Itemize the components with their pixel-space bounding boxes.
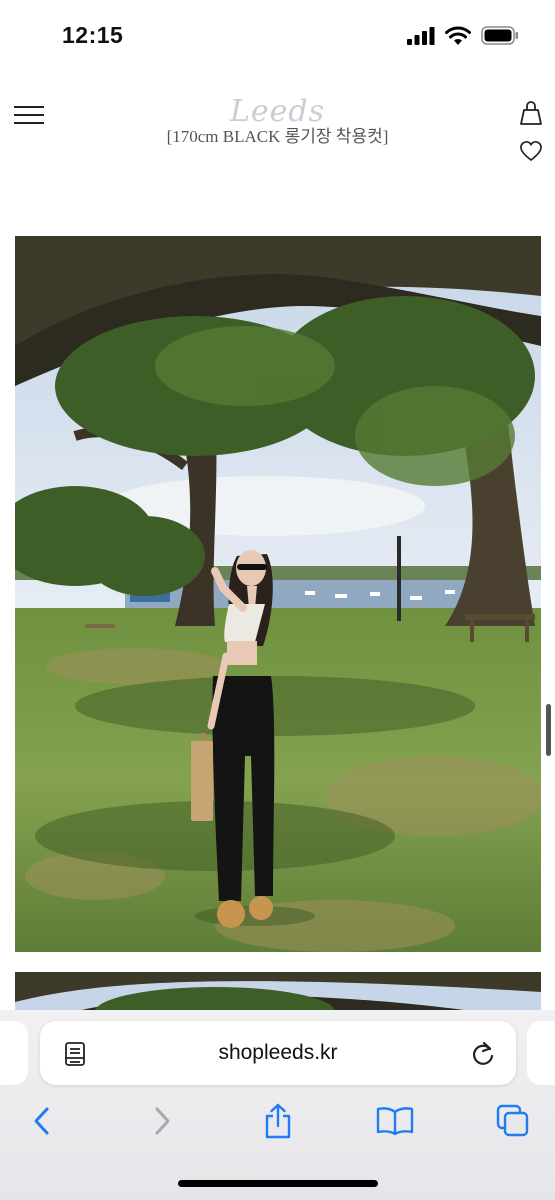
- status-time: 12:15: [62, 22, 124, 48]
- chevron-left-icon: [34, 1107, 49, 1135]
- share-button[interactable]: [258, 1103, 298, 1139]
- url-text[interactable]: shopleeds.kr: [40, 1041, 516, 1065]
- page-title: [170cm BLACK 롱기장 착용컷]: [166, 127, 389, 146]
- battery-icon: [481, 26, 518, 45]
- previous-tab-peek[interactable]: [0, 1021, 28, 1085]
- share-icon: [265, 1103, 291, 1139]
- cellular-signal-icon: [407, 26, 435, 45]
- forward-button[interactable]: [142, 1103, 182, 1139]
- book-icon: [376, 1107, 414, 1136]
- bookmarks-button[interactable]: [375, 1103, 415, 1139]
- scroll-indicator[interactable]: [546, 704, 551, 756]
- next-tab-peek[interactable]: [527, 1021, 555, 1085]
- product-photo-illustration: [15, 236, 541, 952]
- chevron-right-icon: [155, 1107, 170, 1135]
- home-indicator: [178, 1180, 378, 1187]
- address-bar[interactable]: shopleeds.kr: [40, 1021, 516, 1085]
- shopping-bag-icon[interactable]: [519, 100, 543, 126]
- reload-icon[interactable]: [470, 1039, 496, 1067]
- heart-icon[interactable]: [519, 140, 543, 162]
- wifi-icon: [445, 26, 471, 45]
- site-header: Leeds [170cm BLACK 롱기장 착용컷]: [0, 80, 555, 180]
- status-icons: [407, 26, 519, 45]
- product-photo[interactable]: [15, 236, 541, 952]
- back-button[interactable]: [22, 1103, 62, 1139]
- status-bar: 12:15: [0, 0, 555, 72]
- tabs-icon: [496, 1104, 529, 1137]
- tabs-button[interactable]: [493, 1103, 533, 1139]
